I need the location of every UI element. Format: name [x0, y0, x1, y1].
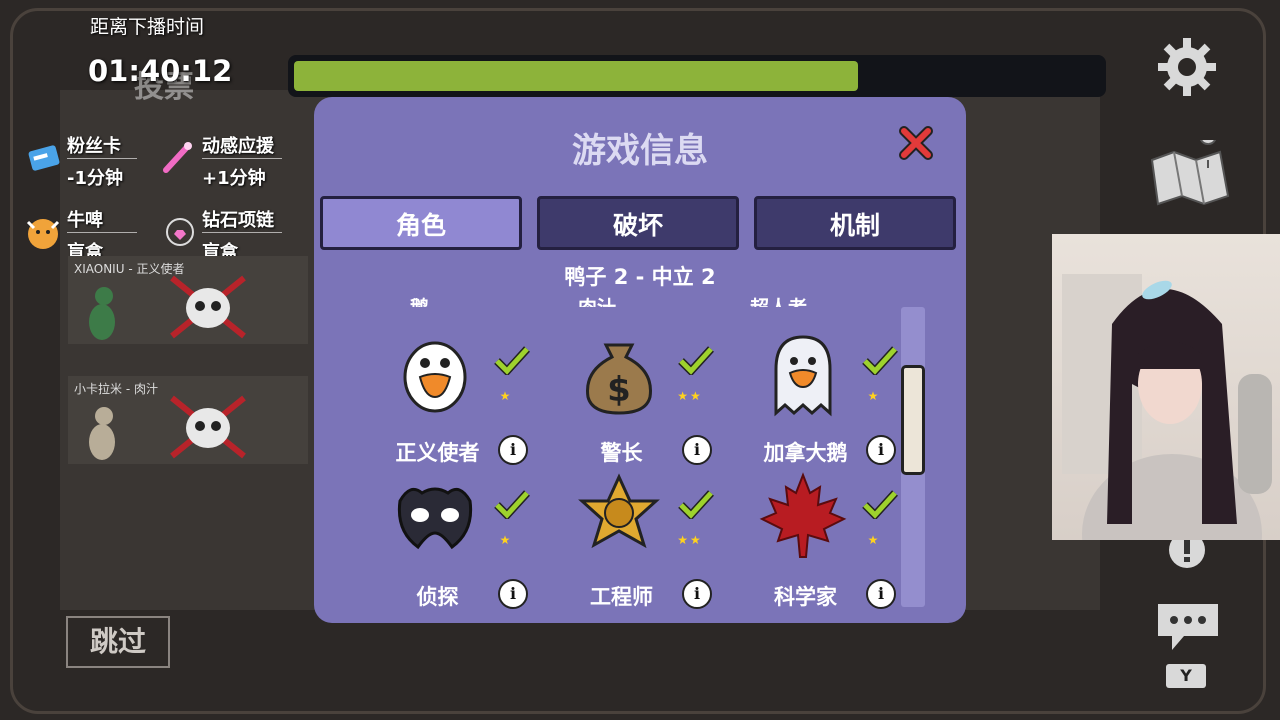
tab-roles[interactable]: 角色: [320, 196, 522, 250]
dead-skull-icon: [170, 395, 246, 459]
chat-key-hint: Y: [1166, 664, 1206, 688]
difficulty-stars: ★★: [677, 389, 703, 403]
sheriff-star-icon: [578, 473, 660, 549]
gift-name-4: 钻石项链: [202, 210, 274, 231]
stream-timer: 01:40:12: [88, 54, 233, 88]
gift-effect-2: +1分钟: [202, 168, 266, 189]
partial-role-name: 肉汁: [578, 293, 616, 307]
goose-avatar-icon: [89, 407, 115, 460]
gift-name-2: 动感应援: [202, 136, 274, 157]
diamond-necklace-icon: [166, 218, 194, 246]
gift-divider: [67, 232, 137, 233]
cheer-stick-icon: [163, 142, 192, 173]
white-goose-icon: [403, 341, 467, 413]
close-icon[interactable]: [898, 125, 934, 161]
player-card[interactable]: XIAONIU - 正义使者: [68, 256, 308, 344]
difficulty-stars: ★: [499, 389, 513, 403]
webcam-overlay: [1052, 234, 1280, 540]
maple-leaf-icon: [759, 472, 847, 558]
info-icon[interactable]: i: [866, 579, 896, 609]
partial-role-name: 鹅: [410, 293, 429, 307]
gift-effect-1: -1分钟: [67, 168, 123, 189]
gift-divider: [202, 158, 282, 159]
info-icon[interactable]: i: [682, 579, 712, 609]
timer-label: 距离下播时间: [90, 16, 205, 38]
info-icon[interactable]: i: [682, 435, 712, 465]
ghost-goose-icon: [774, 335, 832, 417]
game-info-dialog: 游戏信息 角色 破坏 机制 鸭子 2 - 中立 2 鹅 肉汁 超人者 ★ 正义使…: [314, 97, 966, 623]
role-name: 警长: [600, 441, 643, 465]
skip-button[interactable]: 跳过: [66, 616, 170, 668]
role-card[interactable]: ★ 正义使者 i: [370, 327, 540, 467]
role-name: 工程师: [590, 585, 653, 609]
difficulty-stars: ★: [499, 533, 513, 547]
difficulty-stars: ★: [867, 389, 881, 403]
info-icon[interactable]: i: [866, 435, 896, 465]
role-card[interactable]: ★ 科学家 i: [738, 471, 908, 611]
dialog-title: 游戏信息: [572, 131, 708, 171]
team-count: 鸭子 2 - 中立 2: [564, 265, 716, 289]
fan-card-icon: [28, 145, 60, 171]
check-icon: [678, 346, 714, 375]
role-name: 加拿大鹅: [763, 441, 848, 465]
gear-icon[interactable]: [1156, 36, 1218, 98]
gift-divider: [202, 232, 282, 233]
gift-divider: [67, 158, 137, 159]
role-list: 鹅 肉汁 超人者 ★ 正义使者 i $ ★★: [314, 293, 966, 613]
info-icon[interactable]: i: [498, 435, 528, 465]
dead-skull-icon: [170, 275, 246, 339]
role-name: 侦探: [416, 585, 459, 609]
gift-name-3: 牛啤: [67, 210, 103, 231]
chat-icon[interactable]: [1154, 600, 1222, 654]
tab-sabotage[interactable]: 破坏: [537, 196, 739, 250]
partial-role-name: 超人者: [750, 293, 807, 307]
difficulty-stars: ★★: [677, 533, 703, 547]
check-icon: [678, 490, 714, 519]
role-card[interactable]: ★ 加拿大鹅 i: [738, 327, 908, 467]
svg-text:$: $: [607, 370, 631, 410]
money-bag-icon: $: [586, 343, 652, 415]
duck-avatar-icon: [89, 287, 115, 340]
tab-mechanics[interactable]: 机制: [754, 196, 956, 250]
check-icon: [862, 346, 898, 375]
progress-fill: [294, 61, 858, 91]
role-name: 科学家: [774, 585, 837, 609]
player-name: 小卡拉米 - 肉汁: [74, 382, 158, 396]
info-icon[interactable]: i: [498, 579, 528, 609]
role-name: 正义使者: [395, 441, 480, 465]
beer-ox-icon: [26, 219, 60, 249]
role-card[interactable]: ★★ 工程师 i: [554, 471, 724, 611]
role-card[interactable]: ★ 侦探 i: [370, 471, 540, 611]
check-icon: [494, 490, 530, 519]
vote-progress-bar: [288, 55, 1106, 97]
streamer-figure: [1062, 274, 1272, 540]
player-card[interactable]: 小卡拉米 - 肉汁: [68, 376, 308, 464]
role-card[interactable]: $ ★★ 警长 i: [554, 327, 724, 467]
check-icon: [862, 490, 898, 519]
scrollbar-thumb[interactable]: [901, 365, 925, 475]
map-icon[interactable]: [1146, 140, 1234, 210]
difficulty-stars: ★: [867, 533, 881, 547]
black-mask-icon: [397, 487, 473, 550]
gift-name-1: 粉丝卡: [67, 136, 121, 157]
check-icon: [494, 346, 530, 375]
